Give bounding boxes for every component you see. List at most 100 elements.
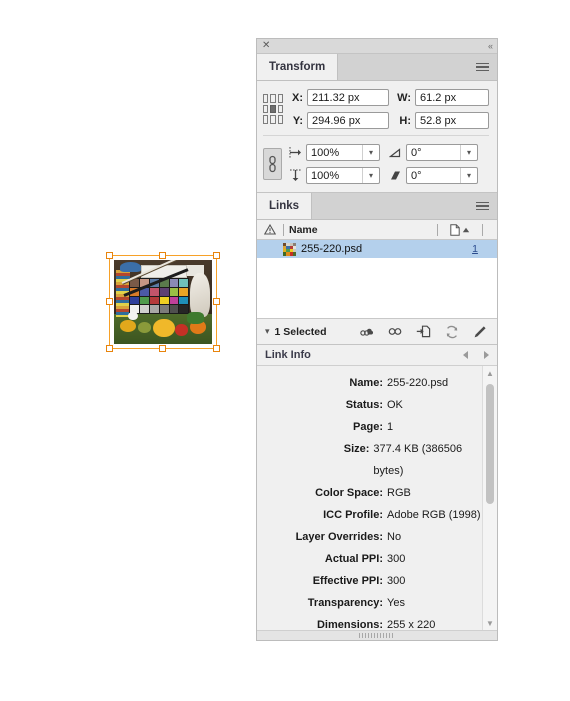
- rotation-angle-input[interactable]: 0° ▾: [406, 144, 478, 161]
- x-input[interactable]: 211.32 px: [307, 89, 389, 106]
- column-header-page[interactable]: [438, 223, 482, 236]
- link-info-row: Dimensions: 255 x 220: [257, 614, 482, 630]
- next-link-icon[interactable]: [484, 351, 489, 359]
- y-input[interactable]: 294.96 px: [307, 112, 389, 129]
- update-link-button[interactable]: [444, 324, 459, 339]
- w-label: W:: [397, 91, 411, 104]
- info-value: 255-220.psd: [387, 377, 449, 389]
- info-value: No: [387, 531, 402, 543]
- panel-dock: ✕ « Transform X: 211.32 px W: 61.2 px Y:…: [256, 38, 498, 641]
- column-header-name[interactable]: Name: [284, 224, 437, 236]
- tab-links[interactable]: Links: [257, 193, 313, 219]
- height-input[interactable]: 52.8 px: [415, 112, 489, 129]
- info-value: Adobe RGB (1998): [387, 509, 481, 521]
- scale-y-input[interactable]: 100% ▾: [306, 167, 380, 184]
- shear-angle-icon: [388, 168, 403, 183]
- scrollbar-thumb[interactable]: [486, 384, 494, 504]
- proxy-point-bc[interactable]: [270, 115, 276, 124]
- rotation-angle-value: 0°: [411, 146, 422, 159]
- info-key: Layer Overrides:: [295, 531, 383, 543]
- info-key: Status:: [345, 399, 383, 411]
- placed-image-artwork[interactable]: [114, 260, 212, 344]
- placed-image-frame[interactable]: [106, 252, 220, 352]
- relink-from-cloud-icon: [360, 328, 374, 336]
- chevron-down-icon[interactable]: ▾: [362, 168, 379, 183]
- go-to-link-button[interactable]: [416, 324, 431, 339]
- links-panel-menu-button[interactable]: [468, 193, 497, 219]
- edit-original-icon: [474, 325, 486, 337]
- panel-resize-footer[interactable]: [257, 630, 497, 640]
- transform-scale-row: 100% ▾ 0° ▾ 100% ▾ 0° ▾: [263, 144, 489, 184]
- links-list[interactable]: 255-220.psd 1: [257, 240, 497, 319]
- scrollbar-track[interactable]: [483, 380, 497, 616]
- tab-transform[interactable]: Transform: [257, 54, 339, 80]
- link-info-header: Link Info: [257, 345, 497, 366]
- chevron-down-icon[interactable]: ▾: [362, 145, 379, 160]
- link-info-row: Size: 377.4 KB (386506 bytes): [257, 438, 482, 482]
- resize-gripper-icon[interactable]: [359, 633, 395, 638]
- transform-tabstrip: Transform: [257, 54, 497, 81]
- previous-link-icon[interactable]: [463, 351, 468, 359]
- proxy-point-br[interactable]: [277, 115, 283, 124]
- chevron-down-icon[interactable]: ▾: [265, 326, 270, 337]
- sort-ascending-icon: [462, 227, 470, 232]
- selection-handle-top-left[interactable]: [106, 252, 113, 259]
- reference-point-proxy[interactable]: [263, 94, 283, 124]
- y-label: Y:: [292, 114, 303, 127]
- chevron-down-icon[interactable]: ▾: [460, 145, 477, 160]
- scroll-up-arrow-icon[interactable]: ▲: [486, 366, 494, 380]
- link-row[interactable]: 255-220.psd 1: [257, 240, 497, 258]
- proxy-point-ml[interactable]: [263, 104, 269, 114]
- link-file-name[interactable]: 255-220.psd: [301, 243, 453, 255]
- selection-handle-middle-right[interactable]: [213, 298, 220, 305]
- transform-divider: [263, 135, 489, 136]
- proxy-point-tc[interactable]: [270, 94, 276, 103]
- selection-handle-top-right[interactable]: [213, 252, 220, 259]
- scale-y-value: 100%: [311, 169, 340, 182]
- proxy-point-mr[interactable]: [277, 104, 283, 114]
- info-key: Name:: [349, 377, 383, 389]
- scroll-down-arrow-icon[interactable]: ▼: [486, 616, 494, 630]
- selection-handle-bottom-left[interactable]: [106, 345, 113, 352]
- dock-titlebar: ✕ «: [257, 39, 497, 54]
- artwork-fruit-kiwi: [137, 322, 152, 334]
- relink-from-cloud-button[interactable]: [360, 324, 375, 339]
- relink-button[interactable]: [388, 324, 403, 339]
- info-key: ICC Profile:: [323, 509, 383, 521]
- info-key: Actual PPI:: [324, 553, 383, 565]
- proxy-point-tl[interactable]: [263, 94, 269, 103]
- proxy-point-bl[interactable]: [263, 115, 269, 124]
- proxy-point-tr[interactable]: [277, 94, 283, 103]
- info-value: RGB: [387, 487, 411, 499]
- scale-x-input[interactable]: 100% ▾: [306, 144, 380, 161]
- warning-triangle-icon[interactable]: [257, 224, 283, 235]
- selection-handle-top-center[interactable]: [159, 252, 166, 259]
- close-icon[interactable]: ✕: [262, 41, 270, 51]
- chevron-down-icon[interactable]: ▾: [460, 168, 477, 183]
- info-value: OK: [387, 399, 403, 411]
- relink-icon: [388, 328, 402, 335]
- chain-link-constrain-icon: [269, 155, 276, 173]
- artwork-fruit-orange: [119, 320, 136, 333]
- transform-panel-body: X: 211.32 px W: 61.2 px Y: 294.96 px H:: [257, 81, 497, 192]
- shear-angle-value: 0°: [411, 169, 422, 182]
- collapse-panel-icon[interactable]: «: [488, 41, 493, 51]
- hamburger-menu-icon: [476, 200, 489, 213]
- selection-handle-middle-left[interactable]: [106, 298, 113, 305]
- info-value: 255 x 220: [387, 619, 436, 630]
- link-page-number[interactable]: 1: [453, 243, 497, 255]
- document-canvas[interactable]: [0, 0, 256, 701]
- info-key: Dimensions:: [316, 619, 383, 630]
- edit-original-button[interactable]: [472, 324, 487, 339]
- page-column-icon: [450, 223, 460, 236]
- link-info-row: Status: OK: [257, 394, 482, 416]
- selection-handle-bottom-center[interactable]: [159, 345, 166, 352]
- selection-handle-bottom-right[interactable]: [213, 345, 220, 352]
- constrain-proportions-button[interactable]: [263, 148, 282, 180]
- link-info-scrollbar[interactable]: ▲ ▼: [482, 366, 497, 630]
- proxy-point-center[interactable]: [270, 104, 276, 114]
- transform-panel-menu-button[interactable]: [468, 54, 497, 80]
- links-column-headers: Name: [257, 220, 497, 240]
- width-input[interactable]: 61.2 px: [415, 89, 489, 106]
- shear-angle-input[interactable]: 0° ▾: [406, 167, 478, 184]
